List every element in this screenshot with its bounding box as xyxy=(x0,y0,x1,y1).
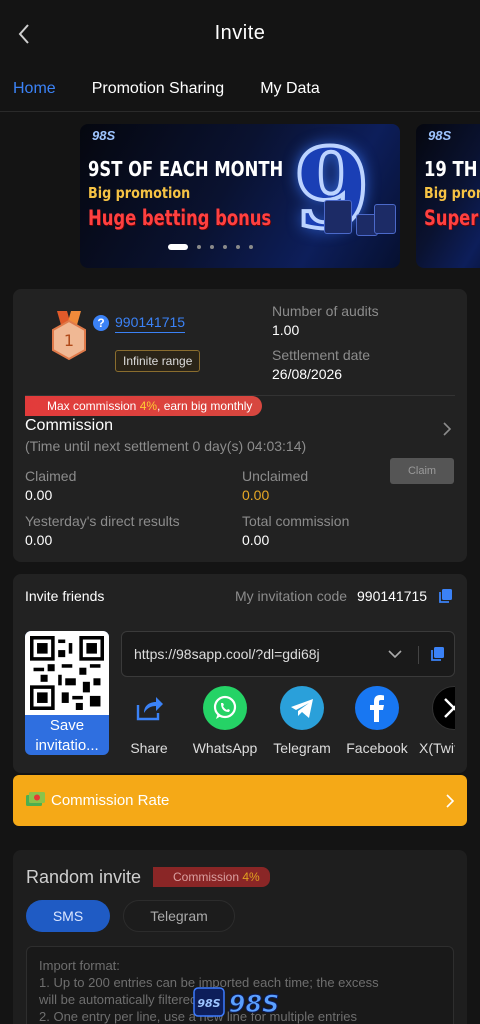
gift-box-icon xyxy=(324,200,352,234)
audits-value: 1.00 xyxy=(272,322,300,338)
commission-badge-percent: 4% xyxy=(242,870,260,884)
money-icon xyxy=(26,792,45,806)
save-invitation-qr[interactable]: Save invitatio... xyxy=(25,631,109,755)
commission-badge-prefix: Commission xyxy=(173,870,243,884)
share-options: Share WhatsApp Telegram Facebook X(Twitt xyxy=(121,686,455,756)
settlement-date-label: Settlement date xyxy=(272,347,371,363)
qr-code xyxy=(25,631,109,715)
max-commission-badge: Max commission 4%, earn big monthly xyxy=(25,396,263,416)
commission-rate-label: Commission Rate xyxy=(51,792,170,809)
chevron-left-icon xyxy=(18,24,29,44)
save-invitation-label: Save invitatio... xyxy=(35,717,99,754)
level-medal-icon: 1 xyxy=(52,311,86,361)
banner-subheadline: Big promotion xyxy=(88,184,191,202)
banner-logo: 98S xyxy=(92,128,116,143)
share-telegram-button[interactable]: Telegram xyxy=(269,686,335,756)
facebook-icon xyxy=(355,686,399,730)
import-instruction: Import format: xyxy=(39,958,120,973)
total-commission-label: Total commission xyxy=(242,513,350,529)
claimed-value: 0.00 xyxy=(25,487,53,503)
tab-home[interactable]: Home xyxy=(13,80,56,98)
share-icon xyxy=(127,686,171,730)
telegram-label: Telegram xyxy=(273,740,331,756)
tab-sms[interactable]: SMS xyxy=(26,900,110,932)
carousel-dot[interactable] xyxy=(197,245,201,249)
invitation-code: 990141715 xyxy=(357,588,428,604)
unclaimed-value: 0.00 xyxy=(242,487,270,503)
unclaimed-label: Unclaimed xyxy=(242,468,309,484)
banner-tagline: Super d xyxy=(424,206,480,230)
commission-title[interactable]: Commission xyxy=(25,417,113,435)
share-facebook-button[interactable]: Facebook xyxy=(343,686,411,756)
carousel-dot[interactable] xyxy=(168,244,188,250)
carousel-dots xyxy=(168,244,253,250)
banner-tagline: Huge betting bonus xyxy=(88,206,272,230)
level-number: 1 xyxy=(64,331,74,350)
commission-summary-card: 1 ? 990141715 Infinite range Number of a… xyxy=(13,289,467,562)
tab-promotion-sharing[interactable]: Promotion Sharing xyxy=(92,80,225,98)
commission-rate-button[interactable]: Commission Rate xyxy=(13,775,467,826)
x-twitter-label: X(Twitt xyxy=(419,740,455,756)
invite-friends-card: Invite friends My invitation code 990141… xyxy=(13,574,467,773)
settlement-date-value: 26/08/2026 xyxy=(272,366,343,382)
carousel-dot[interactable] xyxy=(236,245,240,249)
carousel-dot[interactable] xyxy=(249,245,253,249)
promo-text-prefix: Max commission xyxy=(47,399,140,413)
commission-badge: Commission 4% xyxy=(153,867,270,887)
whatsapp-icon xyxy=(203,686,247,730)
invite-link-field[interactable]: https://98sapp.cool/?dl=gdi68j xyxy=(121,631,455,677)
help-icon[interactable]: ? xyxy=(93,315,109,331)
yesterday-results-value: 0.00 xyxy=(25,532,53,548)
tab-bar: Home Promotion Sharing My Data xyxy=(0,66,480,112)
settlement-countdown: (Time until next settlement 0 day(s) 04:… xyxy=(25,438,307,454)
user-id-link[interactable]: 990141715 xyxy=(115,314,186,333)
share-whatsapp-button[interactable]: WhatsApp xyxy=(191,686,259,756)
page-title: Invite xyxy=(214,21,266,44)
x-twitter-icon xyxy=(432,686,455,730)
share-x-button[interactable]: X(Twitt xyxy=(419,686,455,756)
audits-label: Number of audits xyxy=(272,303,379,319)
yesterday-results-label: Yesterday's direct results xyxy=(25,513,180,529)
banner-logo: 98S xyxy=(428,128,452,143)
qr-code-icon xyxy=(30,636,104,710)
claimed-label: Claimed xyxy=(25,468,77,484)
floating-logo-text: 98S xyxy=(229,990,280,1018)
total-commission-value: 0.00 xyxy=(242,532,270,548)
promo-percent: 4% xyxy=(139,399,158,413)
floating-app-logo[interactable]: 98S 98S xyxy=(192,982,286,1022)
banner-headline: 19 TH O xyxy=(424,157,480,181)
invite-friends-title: Invite friends xyxy=(25,588,105,604)
random-invite-title: Random invite xyxy=(26,867,142,887)
copy-icon[interactable] xyxy=(437,588,453,604)
floating-logo-small: 98S xyxy=(197,997,220,1010)
divider xyxy=(418,646,419,664)
banner-subheadline: Big prom xyxy=(424,184,480,202)
whatsapp-label: WhatsApp xyxy=(192,740,258,756)
tab-my-data[interactable]: My Data xyxy=(260,80,320,98)
promo-text-suffix: , earn big monthly xyxy=(157,399,253,413)
facebook-label: Facebook xyxy=(346,740,408,756)
range-badge: Infinite range xyxy=(115,350,201,372)
invite-link-text: https://98sapp.cool/?dl=gdi68j xyxy=(134,646,320,662)
banner-carousel[interactable]: 98S 9ST OF EACH MONTH Big promotion Huge… xyxy=(0,112,480,280)
carousel-dot[interactable] xyxy=(223,245,227,249)
tab-telegram[interactable]: Telegram xyxy=(123,900,235,932)
top-bar: Invite xyxy=(0,0,480,66)
banner-headline: 9ST OF EACH MONTH xyxy=(88,157,284,181)
chevron-down-icon[interactable] xyxy=(388,649,402,659)
share-label: Share xyxy=(130,740,168,756)
carousel-dot[interactable] xyxy=(210,245,214,249)
back-button[interactable] xyxy=(12,20,36,48)
copy-link-icon[interactable] xyxy=(429,646,445,662)
claim-button[interactable]: Claim xyxy=(390,458,454,484)
invitation-code-label: My invitation code xyxy=(235,588,348,604)
share-button[interactable]: Share xyxy=(121,686,177,756)
chevron-right-icon[interactable] xyxy=(442,421,452,437)
gift-box-icon xyxy=(374,204,396,234)
banner-slide-next[interactable]: 98S 19 TH O Big prom Super d xyxy=(416,124,480,268)
telegram-icon xyxy=(280,686,324,730)
chevron-right-icon xyxy=(446,794,455,808)
